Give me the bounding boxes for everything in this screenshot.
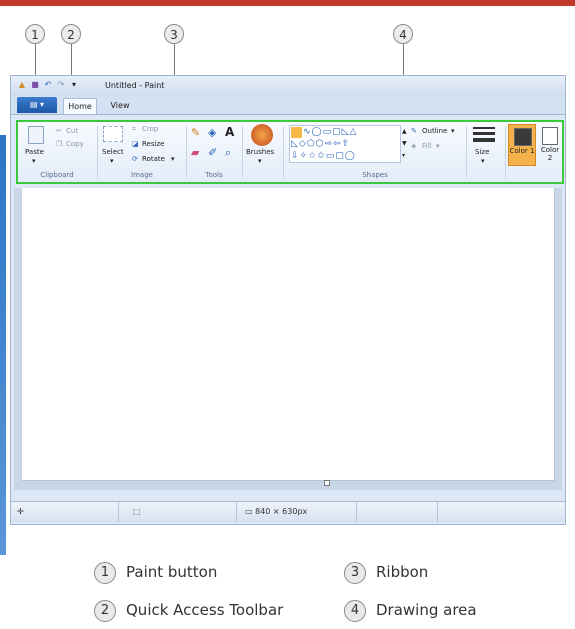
outline-button[interactable]: Outline <box>422 127 447 135</box>
separator <box>466 126 467 178</box>
image-dimensions: 840 × 630px <box>255 507 308 516</box>
outline-dropdown-icon[interactable]: ▾ <box>451 127 455 135</box>
magnifier-icon[interactable]: ⌕ <box>225 146 231 160</box>
rotate-icon: ⟳ <box>132 155 138 163</box>
color1-swatch <box>514 128 532 146</box>
legend-number-2: 2 <box>94 600 116 622</box>
resize-icon: ◪ <box>132 140 139 148</box>
shapes-group-title: Shapes <box>362 171 388 179</box>
outline-icon: ✎ <box>411 127 417 135</box>
legend-text-paint-button: Paint button <box>126 563 218 581</box>
color2-button[interactable]: Color 2 <box>538 124 562 166</box>
brushes-dropdown-icon[interactable]: ▾ <box>258 157 262 165</box>
separator <box>505 126 506 178</box>
image-size-cell: ▭ 840 × 630px <box>237 502 357 522</box>
callout-3: 3 <box>164 24 184 44</box>
shapes-row-3[interactable]: ⇩✧☆✩▭▢◯ <box>291 150 356 162</box>
legend-number-1: 1 <box>94 562 116 584</box>
legend-text-drawing-area: Drawing area <box>376 601 477 619</box>
status-empty-cell <box>357 502 438 522</box>
legend-number-4: 4 <box>344 600 366 622</box>
copy-icon: ❐ <box>56 140 63 148</box>
title-bar: ▲ ■ ↶ ↷ ▾ Untitled - Paint <box>11 76 565 96</box>
paste-icon[interactable] <box>28 126 44 144</box>
fill-bucket-icon[interactable]: ◈ <box>208 126 216 139</box>
shapes-gallery[interactable]: ∿◯▭▢◺△ ◺◇⬠⬡⇨⇦⇧ ⇩✧☆✩▭▢◯ <box>289 125 401 163</box>
cut-button[interactable]: Cut <box>66 127 78 135</box>
selection-size-cell: ⬚ <box>119 502 237 522</box>
shapes-row-1[interactable]: ∿◯▭▢◺△ <box>303 126 357 138</box>
callout-1: 1 <box>25 24 45 44</box>
top-red-strip <box>0 0 575 6</box>
paint-menu-icon: ▤ ▾ <box>29 100 45 109</box>
fill-icon: ◈ <box>411 142 417 150</box>
rotate-button[interactable]: Rotate <box>142 155 165 163</box>
callout-2: 2 <box>61 24 81 44</box>
select-icon[interactable] <box>103 126 123 142</box>
eraser-icon[interactable]: ▰ <box>191 146 199 159</box>
callout-4: 4 <box>393 24 413 44</box>
color1-button[interactable]: Color 1 <box>508 124 536 166</box>
paste-button[interactable]: Paste <box>25 148 44 156</box>
redo-icon[interactable]: ↷ <box>56 80 66 90</box>
rotate-dropdown-icon[interactable]: ▾ <box>171 155 175 163</box>
paint-button[interactable]: ▤ ▾ <box>17 97 57 113</box>
size-dropdown-icon[interactable]: ▾ <box>481 157 485 165</box>
ribbon-tabs: ▤ ▾ Home View <box>11 96 565 115</box>
copy-button[interactable]: Copy <box>66 140 84 148</box>
cut-icon: ✂ <box>56 127 62 135</box>
status-bar: ✛ ⬚ ▭ 840 × 630px <box>11 501 565 522</box>
separator <box>242 126 243 178</box>
cursor-position-icon: ✛ <box>17 507 24 516</box>
save-icon[interactable]: ■ <box>30 80 40 90</box>
drawing-area-background <box>14 188 562 490</box>
shapes-scroll-icon[interactable]: ▲ ▼ ▾ <box>402 126 407 162</box>
crop-icon: ⌗ <box>132 125 136 133</box>
clipboard-group-title: Clipboard <box>40 171 74 179</box>
color2-label: Color 2 <box>540 146 560 162</box>
tools-group-title: Tools <box>205 171 223 179</box>
quick-access-toolbar: ▲ ■ ↶ ↷ ▾ <box>17 80 79 90</box>
legend-number-3: 3 <box>344 562 366 584</box>
window-title: Untitled - Paint <box>105 81 165 90</box>
crop-button[interactable]: Crop <box>142 125 158 133</box>
selection-size-icon: ⬚ <box>133 507 141 516</box>
size-icon[interactable] <box>473 127 495 142</box>
image-size-icon: ▭ <box>245 507 253 516</box>
select-dropdown-icon[interactable]: ▾ <box>110 157 114 165</box>
text-tool-icon[interactable]: A <box>225 125 234 139</box>
canvas-resize-handle[interactable] <box>324 480 330 486</box>
paste-dropdown-icon[interactable]: ▾ <box>32 157 36 165</box>
drawing-area[interactable] <box>22 188 555 481</box>
fill-dropdown-icon[interactable]: ▾ <box>436 142 440 150</box>
paint-window: ▲ ■ ↶ ↷ ▾ Untitled - Paint ▤ ▾ Home View… <box>10 75 566 525</box>
pencil-icon[interactable]: ✎ <box>191 126 200 139</box>
image-group-title: Image <box>131 171 153 179</box>
paint-app-icon: ▲ <box>18 80 26 89</box>
brushes-button[interactable]: Brushes <box>246 148 274 156</box>
cursor-position-cell: ✛ <box>11 502 119 522</box>
left-blue-strip <box>0 135 6 555</box>
resize-button[interactable]: Resize <box>142 140 164 148</box>
brushes-icon[interactable] <box>251 124 273 146</box>
fill-button[interactable]: Fill <box>422 142 431 150</box>
tab-view[interactable]: View <box>105 98 135 114</box>
undo-icon[interactable]: ↶ <box>43 80 53 90</box>
size-button[interactable]: Size <box>475 148 489 156</box>
shape-line-selected[interactable] <box>291 127 302 138</box>
color-picker-icon[interactable]: ✐ <box>208 146 217 159</box>
ribbon: Paste ▾ ✂ Cut ❐ Copy Clipboard Select ▾ … <box>16 120 564 184</box>
select-button[interactable]: Select <box>102 148 124 156</box>
shapes-row-2[interactable]: ◺◇⬠⬡⇨⇦⇧ <box>291 138 350 150</box>
customize-dropdown-icon[interactable]: ▾ <box>69 80 79 90</box>
color2-swatch <box>542 127 558 145</box>
legend-text-ribbon: Ribbon <box>376 563 429 581</box>
color1-label: Color 1 <box>509 147 535 155</box>
tab-home[interactable]: Home <box>63 98 97 114</box>
legend-text-quick-access-toolbar: Quick Access Toolbar <box>126 601 284 619</box>
